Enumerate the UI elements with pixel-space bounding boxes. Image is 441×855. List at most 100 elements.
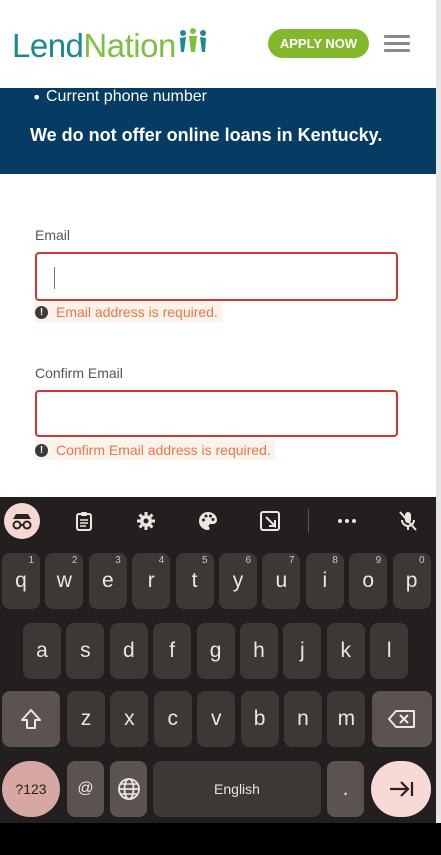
- space-key[interactable]: English: [153, 761, 321, 817]
- key-u[interactable]: u7: [262, 553, 301, 609]
- key-label: m: [337, 707, 356, 730]
- key-v[interactable]: v: [197, 691, 236, 747]
- key-w[interactable]: w2: [45, 553, 84, 609]
- key-hint: 9: [375, 555, 382, 566]
- email-label: Email: [35, 227, 71, 243]
- key-label: p: [405, 569, 418, 592]
- key-o[interactable]: o9: [349, 553, 388, 609]
- text-cursor: [54, 267, 55, 289]
- email-field[interactable]: [35, 252, 398, 301]
- screen: Lend Nation APPLY NOW • Current phone num…: [0, 0, 441, 855]
- key-label: g: [209, 639, 222, 662]
- key-s[interactable]: s: [66, 623, 105, 679]
- confirm-email-field[interactable]: [35, 390, 398, 437]
- key-label: a: [36, 639, 48, 662]
- key-hint: 6: [245, 555, 251, 566]
- key-label: j: [300, 639, 305, 662]
- key-label: k: [340, 639, 352, 662]
- key-label: f: [169, 639, 176, 662]
- key-p[interactable]: p0: [392, 553, 431, 609]
- period-key[interactable]: .: [327, 761, 364, 817]
- key-f[interactable]: f: [153, 623, 192, 679]
- key-i[interactable]: i8: [305, 553, 344, 609]
- key-a[interactable]: a: [23, 623, 61, 679]
- error-icon: !: [35, 443, 48, 457]
- key-r[interactable]: r4: [132, 553, 171, 609]
- confirm-email-label: Confirm Email: [35, 365, 123, 381]
- email-error: ! Email address is required.: [35, 302, 222, 322]
- key-c[interactable]: c: [153, 691, 192, 747]
- scrollbar-track: [436, 0, 441, 855]
- lendnation-logo[interactable]: Lend Nation: [12, 22, 208, 66]
- key-b[interactable]: b: [240, 691, 279, 747]
- confirm-email-error-text: Confirm Email address is required.: [56, 442, 271, 458]
- incognito-icon[interactable]: [4, 503, 40, 539]
- backspace-key[interactable]: [372, 691, 432, 747]
- at-key[interactable]: @: [67, 761, 104, 817]
- logo-nation-text: Nation: [83, 27, 176, 64]
- tab-next-icon: [390, 781, 414, 797]
- key-label: y: [232, 569, 244, 592]
- bullet-text: Current phone number: [46, 88, 207, 105]
- key-j[interactable]: j: [283, 623, 322, 679]
- palette-icon[interactable]: [196, 509, 220, 533]
- key-label: t: [191, 569, 198, 592]
- key-label: q: [15, 569, 27, 592]
- key-n[interactable]: n: [284, 691, 322, 747]
- key-k[interactable]: k: [326, 623, 365, 679]
- backspace-icon: [388, 710, 415, 728]
- key-d[interactable]: d: [109, 623, 148, 679]
- key-label: w: [56, 569, 72, 592]
- key-label: x: [124, 707, 135, 730]
- more-icon[interactable]: [335, 509, 359, 533]
- key-l[interactable]: l: [370, 623, 409, 679]
- key-g[interactable]: g: [196, 623, 235, 679]
- language-key[interactable]: [110, 761, 147, 817]
- key-hint: 2: [71, 555, 78, 566]
- key-x[interactable]: x: [110, 691, 149, 747]
- key-hint: 1: [28, 555, 34, 566]
- key-m[interactable]: m: [327, 691, 366, 747]
- key-e[interactable]: e3: [88, 553, 127, 609]
- site-header: Lend Nation APPLY NOW: [0, 0, 436, 88]
- error-icon: !: [35, 305, 48, 319]
- key-label: d: [122, 639, 135, 662]
- globe-icon: [117, 778, 140, 800]
- key-label: c: [167, 707, 179, 730]
- mic-off-icon[interactable]: [396, 509, 420, 533]
- shift-key[interactable]: [2, 691, 60, 747]
- menu-icon[interactable]: [384, 35, 410, 53]
- info-banner: • Current phone number We do not offer o…: [0, 88, 436, 174]
- resize-icon[interactable]: [258, 509, 282, 533]
- key-label: o: [362, 569, 375, 592]
- key-label: u: [275, 569, 288, 592]
- key-hint: 7: [288, 555, 295, 566]
- kentucky-notice: We do not offer online loans in Kentucky…: [30, 125, 383, 145]
- key-label: n: [297, 707, 309, 730]
- key-label: s: [80, 639, 91, 662]
- logo-people-icon: [178, 28, 208, 58]
- key-label: l: [386, 639, 392, 662]
- key-h[interactable]: h: [240, 623, 278, 679]
- settings-icon[interactable]: [134, 509, 158, 533]
- key-t[interactable]: t5: [175, 553, 214, 609]
- symbols-key[interactable]: ?123: [2, 761, 60, 817]
- next-key[interactable]: [371, 761, 431, 817]
- key-q[interactable]: q1: [2, 553, 40, 609]
- key-z[interactable]: z: [67, 691, 105, 747]
- key-label: r: [147, 569, 155, 592]
- key-hint: 4: [158, 555, 165, 566]
- key-hint: 8: [332, 555, 338, 566]
- key-label: b: [253, 707, 266, 730]
- key-label: i: [322, 569, 328, 592]
- key-label: h: [253, 639, 265, 662]
- key-y[interactable]: y6: [219, 553, 257, 609]
- apply-now-button[interactable]: APPLY NOW: [268, 29, 369, 58]
- toolbar-divider: [308, 509, 309, 533]
- key-label: e: [101, 569, 114, 592]
- key-label: v: [210, 707, 222, 730]
- logo-lend-text: Lend: [12, 27, 84, 64]
- key-hint: 3: [115, 555, 121, 566]
- clipboard-icon[interactable]: [72, 509, 96, 533]
- confirm-email-error: ! Confirm Email address is required.: [35, 440, 275, 460]
